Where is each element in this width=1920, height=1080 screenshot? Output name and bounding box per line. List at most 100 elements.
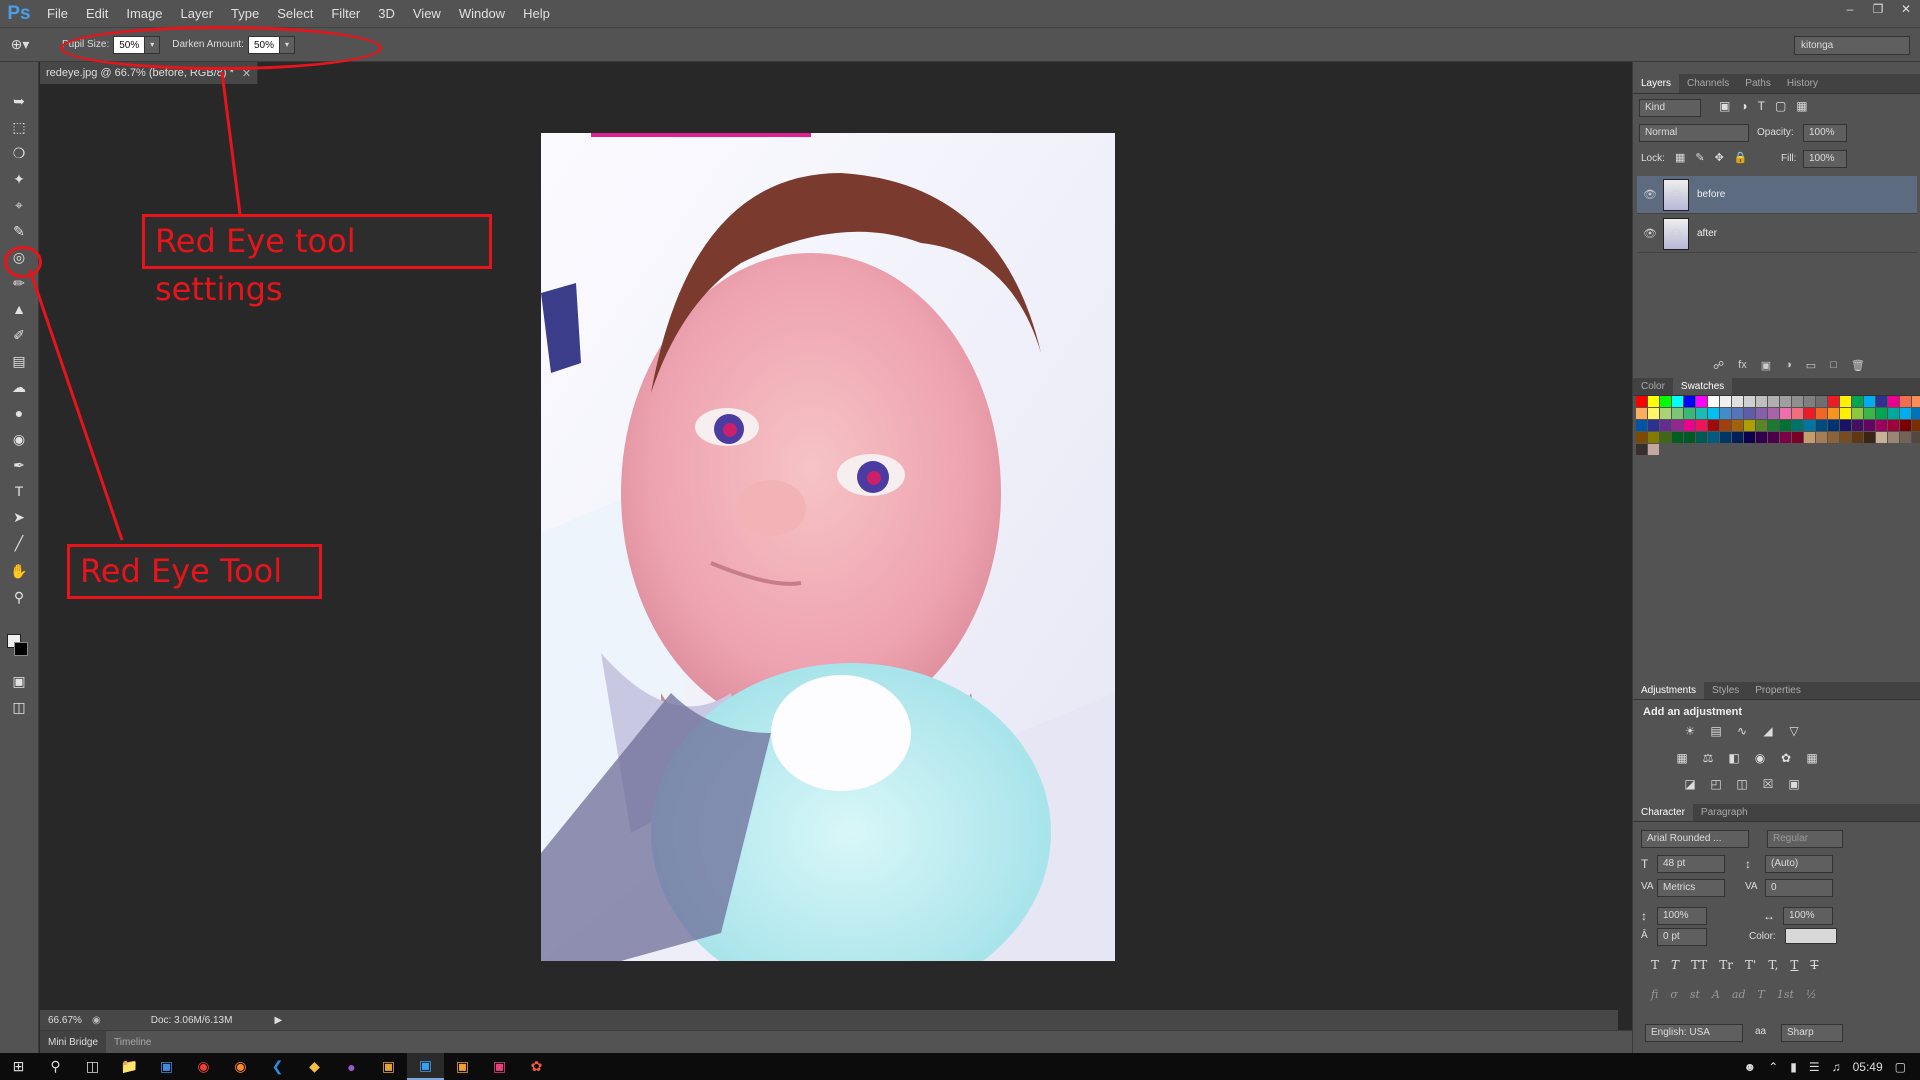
smart-object-filter-icon[interactable]: ▦ bbox=[1796, 99, 1807, 113]
swatch[interactable] bbox=[1744, 432, 1755, 443]
menu-window[interactable]: Window bbox=[450, 0, 514, 27]
menu-layer[interactable]: Layer bbox=[172, 0, 223, 27]
ligatures-button[interactable]: fi bbox=[1651, 988, 1658, 1001]
swatch[interactable] bbox=[1648, 432, 1659, 443]
swatch[interactable] bbox=[1912, 408, 1920, 419]
tab-color[interactable]: Color bbox=[1633, 378, 1673, 395]
swatch[interactable] bbox=[1696, 408, 1707, 419]
swatch[interactable] bbox=[1732, 396, 1743, 407]
tab-paths[interactable]: Paths bbox=[1737, 74, 1779, 93]
swatch[interactable] bbox=[1912, 432, 1920, 443]
swatch[interactable] bbox=[1864, 396, 1875, 407]
swatch[interactable] bbox=[1636, 444, 1647, 455]
lock-position-icon[interactable]: ✥ bbox=[1715, 151, 1724, 164]
wifi-icon[interactable]: ☰ bbox=[1809, 1060, 1820, 1074]
swatch[interactable] bbox=[1780, 396, 1791, 407]
swatch[interactable] bbox=[1636, 408, 1647, 419]
swatch[interactable] bbox=[1720, 396, 1731, 407]
selective-color-icon[interactable]: ▣ bbox=[1785, 776, 1803, 792]
add-mask-icon[interactable]: ▣ bbox=[1761, 359, 1771, 372]
swatch[interactable] bbox=[1888, 432, 1899, 443]
fill-field[interactable]: 100% bbox=[1803, 150, 1847, 168]
swatch[interactable] bbox=[1816, 408, 1827, 419]
threshold-icon[interactable]: ◫ bbox=[1733, 776, 1751, 792]
menu-help[interactable]: Help bbox=[514, 0, 559, 27]
color-balance-icon[interactable]: ⚖ bbox=[1699, 750, 1717, 766]
screen-mode-icon[interactable]: ◫ bbox=[7, 696, 31, 718]
photo-canvas[interactable] bbox=[541, 133, 1115, 961]
red-eye-tool-preset-icon[interactable]: ⊕▾ bbox=[0, 36, 40, 53]
swatch[interactable] bbox=[1804, 408, 1815, 419]
layer-row-after[interactable]: 👁 ☺ after bbox=[1637, 215, 1917, 253]
restore-icon[interactable]: ❐ bbox=[1864, 0, 1892, 18]
swatch[interactable] bbox=[1720, 420, 1731, 431]
close-icon[interactable]: ✕ bbox=[1892, 0, 1920, 18]
status-info-icon[interactable]: ◉ bbox=[92, 1015, 101, 1026]
swatch[interactable] bbox=[1864, 420, 1875, 431]
swatch[interactable] bbox=[1780, 432, 1791, 443]
tab-layers[interactable]: Layers bbox=[1633, 74, 1680, 93]
swatch[interactable] bbox=[1720, 408, 1731, 419]
swatch[interactable] bbox=[1888, 420, 1899, 431]
swatch[interactable] bbox=[1744, 420, 1755, 431]
illustrator-icon[interactable]: ▣ bbox=[444, 1053, 481, 1080]
history-brush-tool-icon[interactable]: ✐ bbox=[7, 324, 31, 346]
tab-styles[interactable]: Styles bbox=[1704, 682, 1747, 699]
swatch[interactable] bbox=[1780, 408, 1791, 419]
firefox-icon[interactable]: ◉ bbox=[222, 1053, 259, 1080]
antialias-select[interactable]: Sharp bbox=[1781, 1024, 1843, 1042]
swatch[interactable] bbox=[1816, 396, 1827, 407]
swatch[interactable] bbox=[1684, 408, 1695, 419]
sourcetree-icon[interactable]: ◆ bbox=[296, 1053, 333, 1080]
link-layers-icon[interactable]: ☍ bbox=[1713, 359, 1724, 372]
color-lookup-icon[interactable]: ▦ bbox=[1803, 750, 1821, 766]
swatch[interactable] bbox=[1672, 420, 1683, 431]
type-tool-icon[interactable]: T bbox=[7, 480, 31, 502]
tab-mini-bridge[interactable]: Mini Bridge bbox=[40, 1030, 107, 1054]
blur-tool-icon[interactable]: ● bbox=[7, 402, 31, 424]
swatch[interactable] bbox=[1636, 420, 1647, 431]
workspace-select[interactable]: kitonga bbox=[1794, 36, 1910, 55]
titling-button[interactable]: ad bbox=[1732, 988, 1746, 1001]
menu-file[interactable]: File bbox=[38, 0, 77, 27]
swatch[interactable] bbox=[1648, 396, 1659, 407]
swatch[interactable] bbox=[1660, 408, 1671, 419]
crop-tool-icon[interactable]: ⌖ bbox=[7, 194, 31, 216]
search-icon[interactable]: ⚲ bbox=[37, 1053, 74, 1080]
image-filter-icon[interactable]: ▣ bbox=[1719, 99, 1730, 113]
swatch[interactable] bbox=[1876, 432, 1887, 443]
swatch[interactable] bbox=[1840, 432, 1851, 443]
small-caps-button[interactable]: Tr bbox=[1719, 958, 1733, 972]
text-color-swatch[interactable] bbox=[1785, 928, 1837, 944]
move-tool-icon[interactable]: ➥ bbox=[7, 90, 31, 112]
leading-field[interactable]: (Auto) bbox=[1765, 855, 1833, 873]
delete-layer-icon[interactable]: 🗑 bbox=[1851, 359, 1865, 372]
swatch[interactable] bbox=[1696, 432, 1707, 443]
swatch[interactable] bbox=[1708, 396, 1719, 407]
swatch[interactable] bbox=[1804, 432, 1815, 443]
swatch[interactable] bbox=[1792, 408, 1803, 419]
dodge-tool-icon[interactable]: ◉ bbox=[7, 428, 31, 450]
indesign-icon[interactable]: ▣ bbox=[481, 1053, 518, 1080]
swatch[interactable] bbox=[1900, 396, 1911, 407]
clock[interactable]: 05:49 bbox=[1853, 1060, 1883, 1074]
swatch[interactable] bbox=[1876, 408, 1887, 419]
swatch[interactable] bbox=[1876, 420, 1887, 431]
swatch[interactable] bbox=[1828, 432, 1839, 443]
swatch[interactable] bbox=[1756, 432, 1767, 443]
all-caps-button[interactable]: TT bbox=[1691, 958, 1707, 972]
swatch[interactable] bbox=[1876, 396, 1887, 407]
language-select[interactable]: English: USA bbox=[1645, 1024, 1743, 1042]
black-white-icon[interactable]: ◧ bbox=[1725, 750, 1743, 766]
swatch[interactable] bbox=[1768, 408, 1779, 419]
vibrance-icon[interactable]: ▽ bbox=[1785, 723, 1803, 739]
status-menu-arrow-icon[interactable]: ▶ bbox=[274, 1015, 282, 1026]
channel-mixer-icon[interactable]: ✿ bbox=[1777, 750, 1795, 766]
swatch[interactable] bbox=[1696, 396, 1707, 407]
fractions-button[interactable]: ½ bbox=[1806, 988, 1817, 1001]
vscode-icon[interactable]: ❮ bbox=[259, 1053, 296, 1080]
faux-italic-button[interactable]: T bbox=[1671, 958, 1679, 972]
shape-filter-icon[interactable]: ▢ bbox=[1775, 99, 1786, 113]
exposure-icon[interactable]: ◢ bbox=[1759, 723, 1777, 739]
swatch[interactable] bbox=[1708, 408, 1719, 419]
